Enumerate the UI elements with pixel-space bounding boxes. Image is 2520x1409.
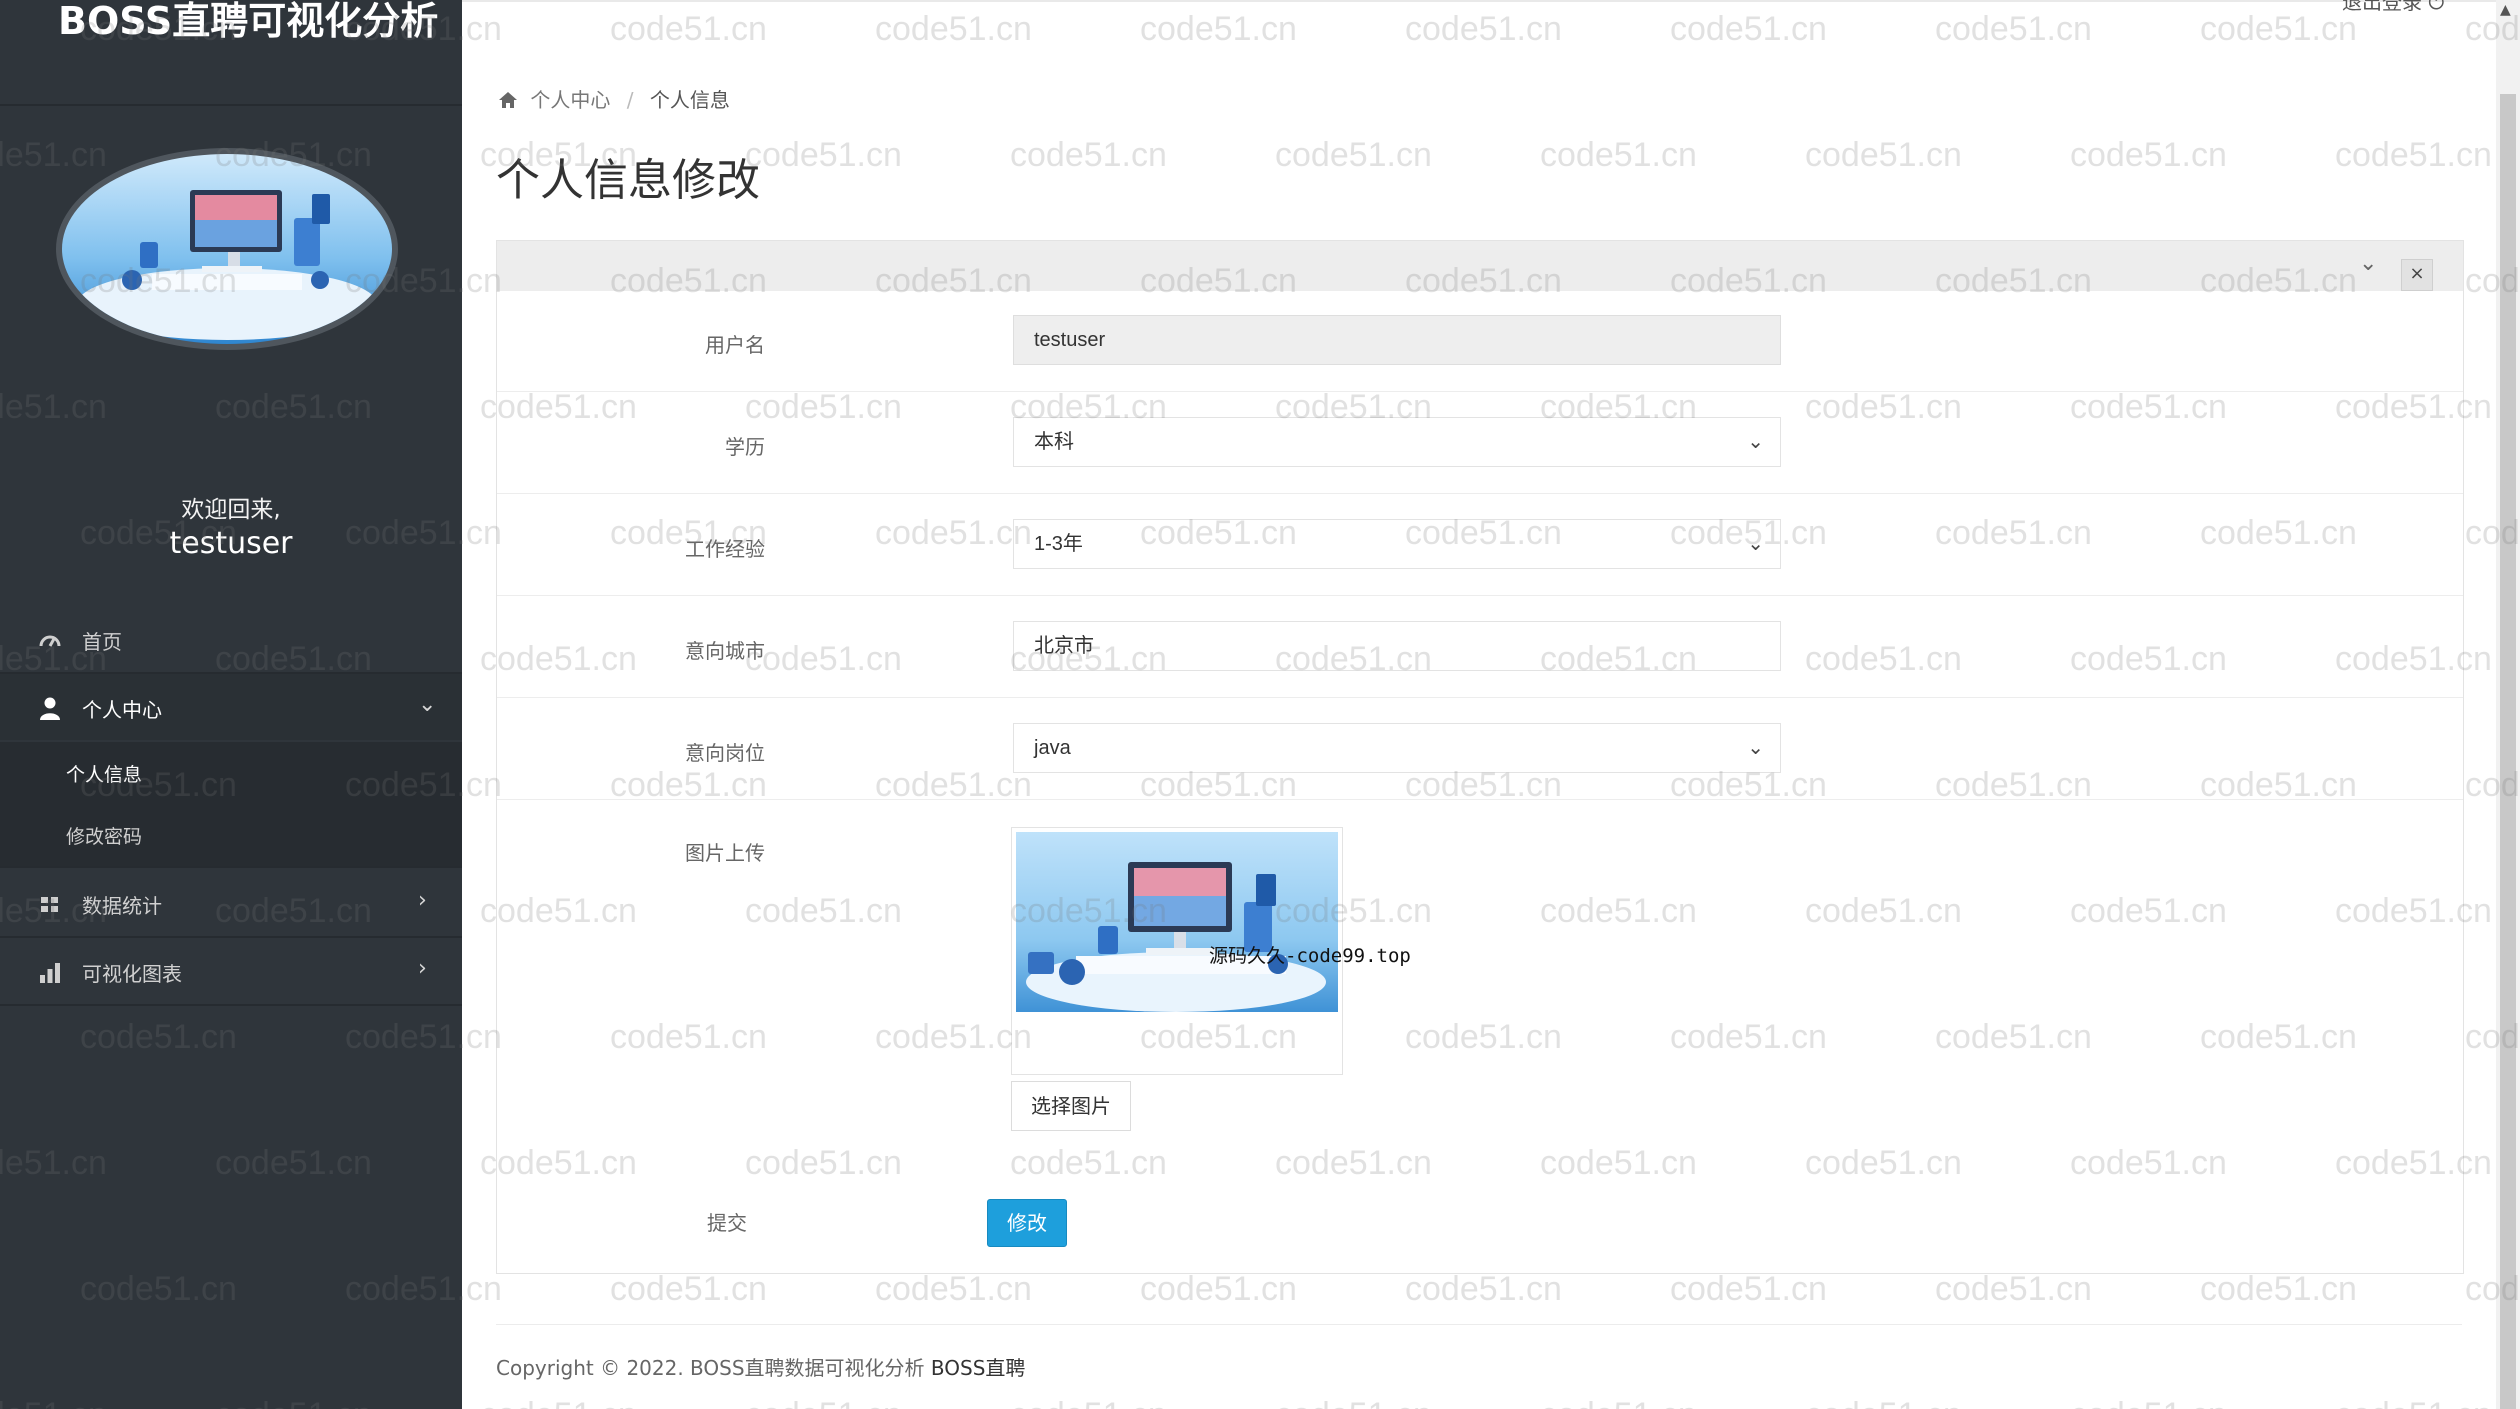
- position-value: java: [1034, 737, 1071, 759]
- username-label: 用户名: [705, 333, 765, 357]
- education-label: 学历: [725, 435, 765, 459]
- scroll-up-arrow-icon[interactable]: ▲: [2500, 2, 2511, 18]
- position-label: 意向岗位: [685, 741, 765, 765]
- divider: [497, 697, 2463, 698]
- city-label: 意向城市: [685, 639, 765, 663]
- modify-button[interactable]: 修改: [987, 1199, 1067, 1247]
- divider: [497, 595, 2463, 596]
- divider: [497, 493, 2463, 494]
- logout-link[interactable]: 退出登录 ⏻: [2342, 0, 2444, 15]
- footer: Copyright © 2022. BOSS直聘数据可视化分析 BOSS直聘: [496, 1352, 1025, 1381]
- sidebar-item-label: 可视化图表: [82, 962, 182, 986]
- divider: [0, 866, 462, 868]
- avatar: [56, 148, 398, 350]
- position-select[interactable]: java ⌄: [1013, 723, 1781, 773]
- panel-header: ⌄ ×: [497, 241, 2463, 291]
- experience-label: 工作经验: [685, 537, 765, 561]
- sidebar-item-label: 个人中心: [82, 698, 162, 722]
- chevron-down-icon: ⌄: [1747, 737, 1764, 759]
- education-value: 本科: [1034, 431, 1074, 453]
- power-icon: ⏻: [2428, 0, 2445, 14]
- sidebar-item-home[interactable]: 首页: [0, 606, 462, 672]
- sidebar-item-label: 首页: [82, 630, 122, 654]
- experience-value: 1-3年: [1034, 533, 1083, 555]
- uploaded-image: [1016, 832, 1338, 1012]
- experience-select[interactable]: 1-3年 ⌄: [1013, 519, 1781, 569]
- dashboard-gauge-icon: [38, 628, 62, 652]
- app-title[interactable]: BOSS直聘可视化分析: [58, 0, 438, 45]
- sidebar-item-label: 数据统计: [82, 894, 162, 918]
- top-border: [462, 0, 2496, 2]
- logout-label: 退出登录: [2342, 0, 2422, 14]
- close-icon[interactable]: ×: [2401, 259, 2433, 291]
- sidebar-item-personal-center[interactable]: 个人中心 ⌄: [0, 674, 462, 740]
- user-icon: [38, 696, 62, 720]
- scrollbar[interactable]: ▲: [2496, 0, 2520, 1409]
- sidebar-subitem-label: 个人信息: [66, 764, 143, 786]
- avatar-illustration: [77, 190, 377, 340]
- chevron-down-icon: ⌄: [1747, 533, 1764, 555]
- breadcrumb-link[interactable]: 个人中心: [530, 88, 610, 112]
- home-icon: [498, 88, 524, 112]
- education-select[interactable]: 本科 ⌄: [1013, 417, 1781, 467]
- collapse-icon[interactable]: ⌄: [2359, 251, 2377, 276]
- scrollbar-thumb[interactable]: [2500, 94, 2516, 1409]
- breadcrumb-separator: /: [626, 88, 634, 112]
- footer-brand[interactable]: BOSS直聘: [931, 1356, 1026, 1380]
- sidebar-subitem-profile[interactable]: 个人信息: [0, 742, 462, 804]
- welcome-username: testuser: [169, 526, 293, 561]
- bar-chart-icon: [38, 960, 62, 984]
- breadcrumb: 个人中心 / 个人信息: [498, 84, 730, 113]
- footer-divider: [496, 1324, 2462, 1325]
- grid-icon: [38, 892, 62, 916]
- image-upload-label: 图片上传: [685, 841, 765, 865]
- sidebar-subitem-change-password[interactable]: 修改密码: [0, 804, 462, 866]
- city-input[interactable]: 北京市: [1013, 621, 1781, 671]
- chevron-right-icon: ›: [418, 956, 427, 981]
- divider: [497, 799, 2463, 800]
- sidebar-item-data-stats[interactable]: 数据统计 ›: [0, 870, 462, 936]
- footer-copyright: Copyright © 2022. BOSS直聘数据可视化分析: [496, 1356, 931, 1380]
- choose-image-button[interactable]: 选择图片: [1011, 1081, 1131, 1131]
- profile-form-panel: ⌄ × 用户名 testuser 学历 本科 ⌄ 工作经验 1-3年 ⌄ 意向城…: [496, 240, 2464, 1274]
- welcome-text: 欢迎回来,: [181, 497, 281, 523]
- brand-header: BOSS直聘可视化分析: [0, 0, 462, 106]
- divider: [0, 1004, 462, 1006]
- breadcrumb-current: 个人信息: [649, 88, 730, 112]
- sidebar-subitem-label: 修改密码: [66, 826, 143, 848]
- sidebar: BOSS直聘可视化分析 欢迎回来, testuser 首页 个人中心 ⌄ 个人信…: [0, 0, 462, 1409]
- sidebar-item-charts[interactable]: 可视化图表 ›: [0, 938, 462, 1004]
- overlay-watermark-text: 源码久久-code99.top: [1209, 945, 1411, 967]
- submit-label: 提交: [707, 1211, 747, 1235]
- chevron-down-icon: ⌄: [418, 692, 437, 717]
- divider: [497, 391, 2463, 392]
- page-title: 个人信息修改: [496, 155, 760, 206]
- chevron-right-icon: ›: [418, 888, 427, 913]
- main-content: 退出登录 ⏻ 个人中心 / 个人信息 个人信息修改 ⌄ × 用户名 testus…: [462, 0, 2496, 1409]
- chevron-down-icon: ⌄: [1747, 431, 1764, 453]
- username-field[interactable]: testuser: [1013, 315, 1781, 365]
